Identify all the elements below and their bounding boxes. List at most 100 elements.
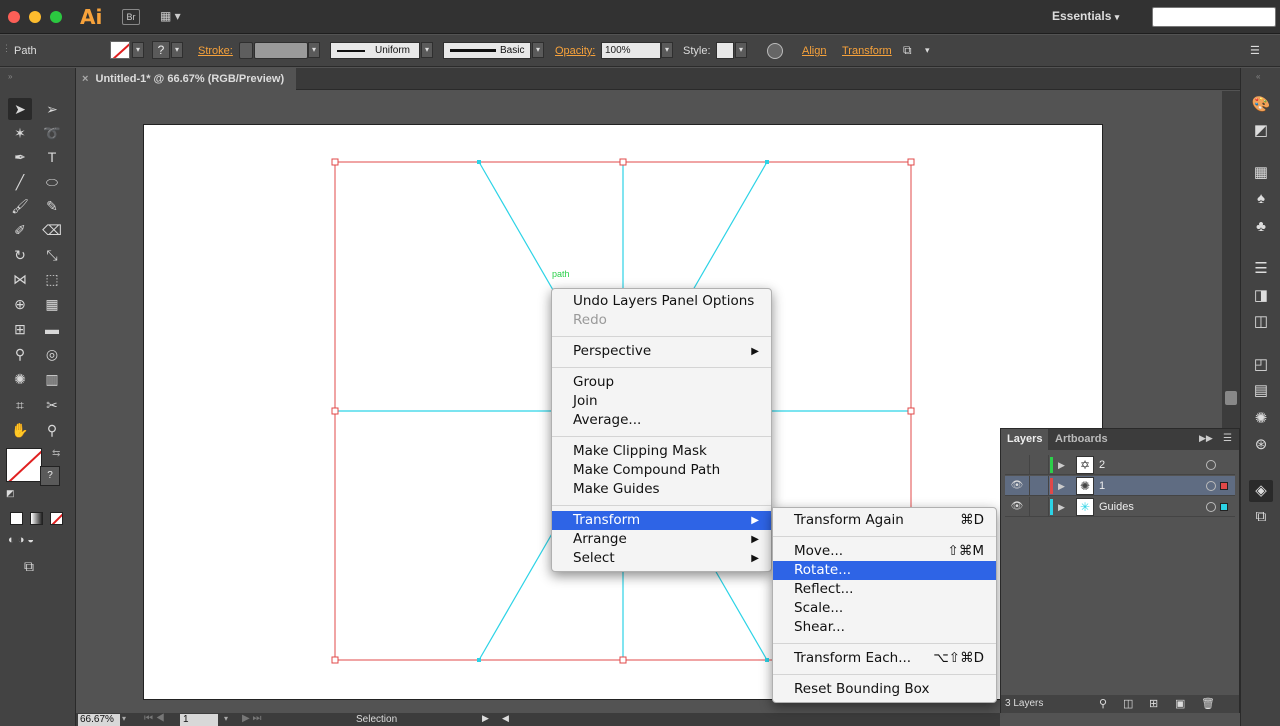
workspace-switcher[interactable]: Essentials ▾	[1052, 9, 1119, 23]
column-graph-tool-icon[interactable]: ▥	[40, 368, 64, 390]
selection-tool-icon[interactable]: ➤	[8, 98, 32, 120]
move-item[interactable]: Move... ⇧⌘M	[773, 542, 996, 561]
blob-brush-tool-icon[interactable]: ✐	[8, 219, 32, 241]
slice-tool-icon[interactable]: ✂	[40, 394, 64, 416]
minimize-window-button[interactable]	[29, 11, 41, 23]
pen-tool-icon[interactable]: ✒	[8, 146, 32, 168]
status-menu-arrow[interactable]: ▶	[482, 713, 489, 724]
graphic-style-dropdown[interactable]: ▾	[735, 42, 747, 58]
panel-collapse-icon[interactable]: «	[1256, 72, 1260, 81]
stroke-color-swatch[interactable]: ?	[40, 466, 60, 486]
artboard-prev-buttons[interactable]: ⏮ ◀	[144, 713, 165, 724]
artboard-tool-icon[interactable]: ⌗	[8, 394, 32, 416]
color-guide-icon[interactable]: ◩	[1249, 120, 1273, 142]
layer-name[interactable]: Guides	[1099, 497, 1134, 517]
stroke-weight-dropdown[interactable]: ▾	[308, 42, 320, 58]
layer-row[interactable]: ▶ ✡ 2	[1005, 455, 1235, 475]
make-guides-item[interactable]: Make Guides	[552, 480, 771, 499]
swap-fill-stroke-icon[interactable]: ⇆	[52, 448, 60, 459]
opacity-panel-link[interactable]: Opacity:	[555, 45, 595, 57]
width-tool-icon[interactable]: ⋈	[8, 268, 32, 290]
go-to-bridge-button[interactable]: Br	[122, 9, 140, 25]
stroke-panel-icon[interactable]: ☰	[1249, 258, 1273, 280]
visibility-toggle[interactable]	[1007, 457, 1027, 473]
tab-layers[interactable]: Layers	[1001, 429, 1049, 450]
gradient-panel-icon[interactable]: ◨	[1249, 285, 1273, 307]
help-search-input[interactable]	[1152, 7, 1276, 27]
panel-collapse-icon[interactable]: ▶▶	[1199, 433, 1213, 444]
graphic-style-swatch[interactable]	[716, 42, 734, 59]
brushes-panel-icon[interactable]: ♠	[1249, 188, 1273, 210]
target-circle-icon[interactable]	[1206, 460, 1216, 470]
trash-icon[interactable]: 🗑	[1201, 697, 1215, 710]
expand-triangle-icon[interactable]: ▶	[1058, 457, 1065, 473]
panel-menu-icon[interactable]: ☰	[1223, 433, 1232, 444]
expand-triangle-icon[interactable]: ▶	[1058, 499, 1065, 515]
target-circle-icon[interactable]	[1206, 502, 1216, 512]
lock-toggle[interactable]	[1029, 476, 1049, 496]
layer-row[interactable]: 👁 ▶ ✳ Guides	[1005, 497, 1235, 517]
artboards-panel-icon[interactable]: ⧉	[1249, 506, 1273, 528]
vertical-scroll-thumb[interactable]	[1225, 391, 1237, 405]
align-panel-link[interactable]: Align	[802, 45, 826, 57]
control-options-dropdown[interactable]: ▾	[925, 45, 930, 56]
lock-toggle[interactable]	[1029, 497, 1049, 517]
fill-color-swatch[interactable]	[6, 448, 42, 482]
undo-layers-panel-options-item[interactable]: Undo Layers Panel Options	[552, 292, 771, 311]
rotate-item[interactable]: Rotate...	[773, 561, 996, 580]
direct-selection-tool-icon[interactable]: ➢	[40, 98, 64, 120]
gradient-tool-icon[interactable]: ▬	[40, 318, 64, 340]
shape-builder-tool-icon[interactable]: ⊕	[8, 293, 32, 315]
zoom-window-button[interactable]	[50, 11, 62, 23]
lock-toggle[interactable]	[1029, 455, 1049, 475]
zoom-dropdown[interactable]: ▾	[122, 714, 126, 723]
stroke-swatch[interactable]: ?	[152, 41, 170, 59]
transform-each-item[interactable]: Transform Each... ⌥⇧⌘D	[773, 649, 996, 668]
reset-bounding-box-item[interactable]: Reset Bounding Box	[773, 680, 996, 699]
symbols-panel-icon[interactable]: ♣	[1249, 216, 1273, 238]
layer-name[interactable]: 2	[1099, 455, 1105, 475]
new-sublayer-icon[interactable]: ⊞	[1149, 697, 1158, 710]
screen-mode-icon[interactable]: ⧉	[24, 558, 34, 575]
artboard-dropdown[interactable]: ▾	[224, 714, 228, 723]
blend-tool-icon[interactable]: ◎	[40, 343, 64, 365]
eyedropper-tool-icon[interactable]: ⚲	[8, 343, 32, 365]
brush-definition[interactable]: Basic	[443, 42, 531, 59]
control-bar-menu-icon[interactable]: ☰	[1250, 44, 1260, 57]
symbol-sprayer-tool-icon[interactable]: ✺	[8, 368, 32, 390]
panel-collapse-icon[interactable]: »	[8, 72, 12, 81]
variable-width-profile[interactable]: Uniform	[330, 42, 420, 59]
brush-dropdown[interactable]: ▾	[532, 42, 544, 58]
line-tool-icon[interactable]: ╱	[8, 171, 32, 193]
perspective-grid-tool-icon[interactable]: ▦	[40, 293, 64, 315]
fill-dropdown[interactable]: ▾	[132, 42, 144, 58]
eye-icon[interactable]: 👁	[1007, 499, 1027, 515]
layer-name[interactable]: 1	[1099, 476, 1105, 496]
reflect-item[interactable]: Reflect...	[773, 580, 996, 599]
appearance-panel-icon[interactable]: ◰	[1249, 354, 1273, 376]
isolate-group-icon[interactable]: ⧉	[903, 43, 912, 58]
scroll-left-arrow[interactable]: ◀	[502, 713, 509, 724]
color-panel-icon[interactable]: 🎨	[1249, 94, 1273, 116]
arrange-documents-button[interactable]: ▦ ▾	[160, 9, 188, 25]
make-clipping-mask-item[interactable]: Make Clipping Mask	[552, 442, 771, 461]
zoom-tool-icon[interactable]: ⚲	[40, 419, 64, 441]
color-mode-button[interactable]	[10, 512, 23, 525]
eye-icon[interactable]: 👁	[1007, 478, 1027, 494]
opacity-dropdown[interactable]: ▾	[661, 42, 673, 58]
hand-tool-icon[interactable]: ✋	[8, 419, 32, 441]
close-window-button[interactable]	[8, 11, 20, 23]
new-layer-icon[interactable]: ▣	[1175, 697, 1185, 710]
graphic-styles-icon[interactable]: ▤	[1249, 380, 1273, 402]
transparency-panel-icon[interactable]: ◫	[1249, 311, 1273, 333]
swatches-panel-icon[interactable]: ▦	[1249, 162, 1273, 184]
selection-indicator[interactable]	[1220, 482, 1228, 490]
type-tool-icon[interactable]: T	[40, 146, 64, 168]
align-panel-icon[interactable]: ✺	[1249, 408, 1273, 430]
zoom-level-field[interactable]: 66.67%	[78, 714, 120, 726]
paintbrush-tool-icon[interactable]: 🖌	[8, 195, 32, 217]
tab-artboards[interactable]: Artboards	[1049, 429, 1114, 450]
select-item[interactable]: Select ▶	[552, 549, 771, 568]
group-item[interactable]: Group	[552, 373, 771, 392]
stroke-color-dropdown[interactable]: ▾	[171, 42, 183, 58]
